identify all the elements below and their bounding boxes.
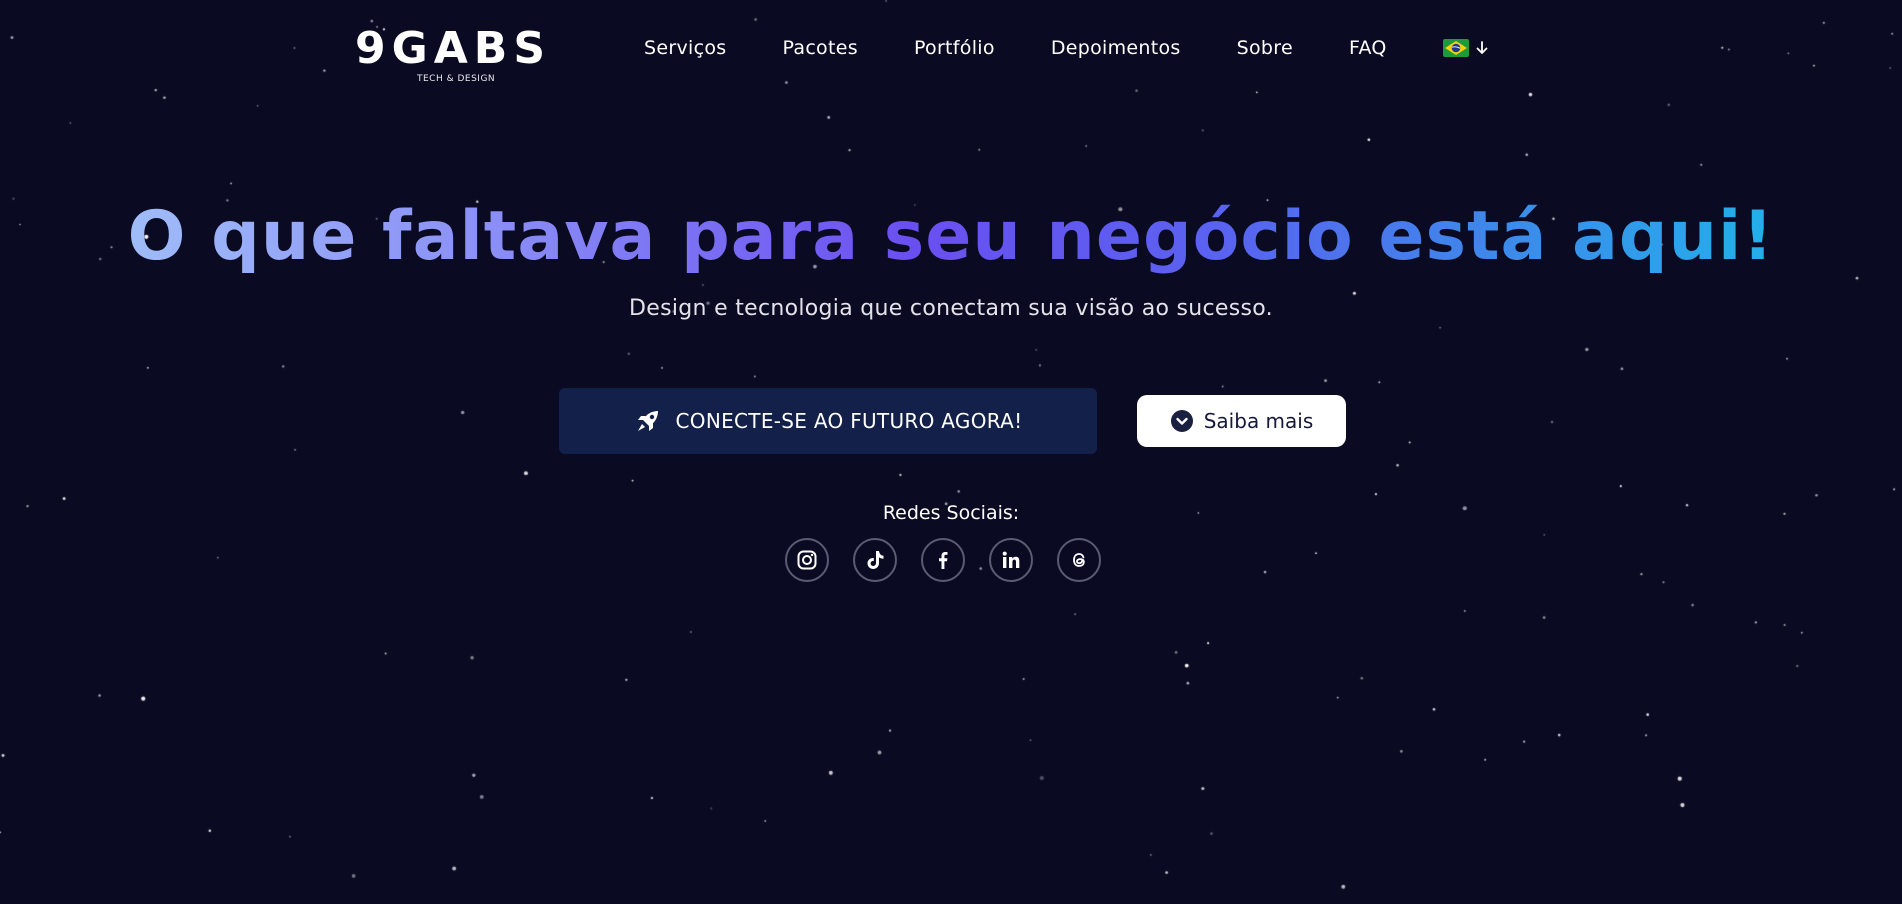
tiktok-link[interactable] xyxy=(853,538,897,582)
brand-logo[interactable]: 9GABS TECH & DESIGN xyxy=(355,26,573,88)
nav-item-sobre[interactable]: Sobre xyxy=(1237,37,1293,59)
landing-page: 9GABS TECH & DESIGN Serviços Pacotes Por… xyxy=(0,0,1902,904)
threads-link[interactable] xyxy=(1057,538,1101,582)
nav-item-pacotes[interactable]: Pacotes xyxy=(782,37,857,59)
rocket-icon xyxy=(637,411,658,431)
nav-item-depoimentos[interactable]: Depoimentos xyxy=(1051,37,1181,59)
chevron-down-icon xyxy=(1170,410,1193,432)
brazil-flag-icon xyxy=(1442,39,1469,57)
linkedin-icon xyxy=(1002,551,1020,568)
logo-tagline: TECH & DESIGN xyxy=(417,74,496,84)
social-links xyxy=(785,538,1101,582)
instagram-icon xyxy=(797,550,817,570)
linkedin-link[interactable] xyxy=(989,538,1033,582)
hero-subtitle: Design e tecnologia que conectam sua vis… xyxy=(629,296,1273,321)
threads-icon xyxy=(1073,553,1085,567)
facebook-link[interactable] xyxy=(921,538,965,582)
learn-more-button[interactable]: Saiba mais xyxy=(1137,395,1346,447)
logo-wordmark: 9GABS xyxy=(355,23,552,74)
connect-future-label: CONECTE-SE AO FUTURO AGORA! xyxy=(675,409,1023,433)
nav-item-servicos[interactable]: Serviços xyxy=(644,37,726,59)
language-selector[interactable] xyxy=(1442,39,1489,57)
facebook-icon xyxy=(939,552,948,569)
nav-item-faq[interactable]: FAQ xyxy=(1349,37,1387,59)
learn-more-label: Saiba mais xyxy=(1203,409,1314,433)
arrow-down-icon xyxy=(1476,41,1488,54)
hero-headline: O que faltava para seu negócio está aqui… xyxy=(0,192,1902,282)
social-title: Redes Sociais: xyxy=(882,502,1020,524)
main-nav: Serviços Pacotes Portfólio Depoimentos S… xyxy=(644,34,1489,62)
tiktok-icon xyxy=(867,551,884,569)
nav-item-portfolio[interactable]: Portfólio xyxy=(914,37,995,59)
instagram-link[interactable] xyxy=(785,538,829,582)
connect-future-button[interactable]: CONECTE-SE AO FUTURO AGORA! xyxy=(559,388,1097,454)
